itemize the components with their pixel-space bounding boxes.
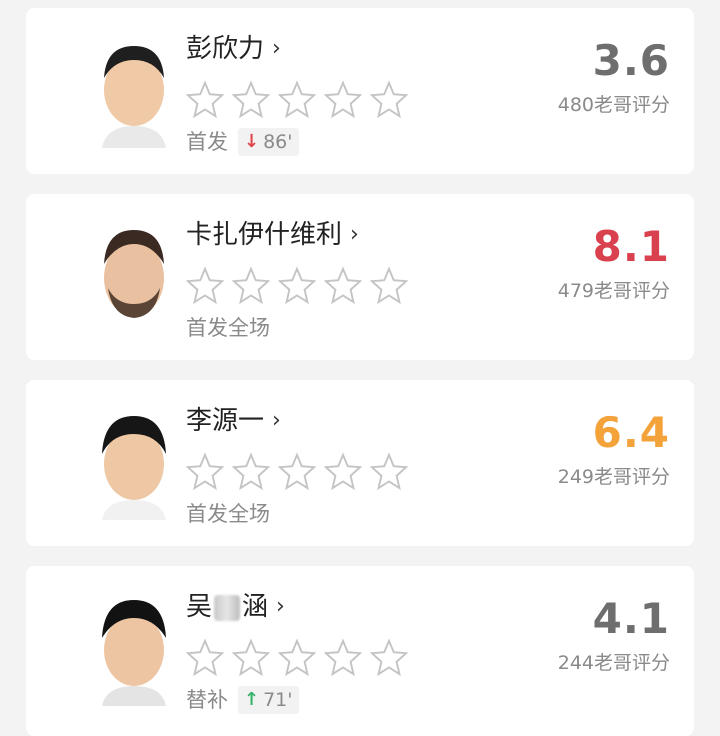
rating-score: 4.1 <box>592 594 670 643</box>
play-status: 替补 ↑ 71' <box>186 686 299 714</box>
chevron-right-icon: › <box>272 408 281 433</box>
rating-score: 3.6 <box>592 36 670 85</box>
rating-stars[interactable] <box>186 638 408 676</box>
player-card[interactable]: 卡扎伊什维利 › 首发全场 8.1 479老哥评分 <box>26 194 694 360</box>
sub-minute: 71' <box>263 689 293 711</box>
vote-count: 480老哥评分 <box>557 94 670 116</box>
star-icon[interactable] <box>186 638 224 676</box>
star-icon[interactable] <box>232 638 270 676</box>
star-icon[interactable] <box>278 266 316 304</box>
star-icon[interactable] <box>370 452 408 490</box>
player-card[interactable]: 吴涵 › 替补 ↑ 71' 4.1 244老哥评分 <box>26 566 694 736</box>
player-avatar <box>92 224 176 334</box>
star-icon[interactable] <box>370 80 408 118</box>
rating-stars[interactable] <box>186 452 408 490</box>
star-icon[interactable] <box>186 80 224 118</box>
substitution-badge: ↓ 86' <box>238 128 299 156</box>
play-status: 首发 ↓ 86' <box>186 128 299 156</box>
player-name: 彭欣力 <box>186 34 265 64</box>
player-avatar <box>92 596 176 706</box>
star-icon[interactable] <box>324 266 362 304</box>
play-status: 首发全场 <box>186 500 270 528</box>
star-icon[interactable] <box>324 80 362 118</box>
rating-stars[interactable] <box>186 266 408 304</box>
player-name: 吴涵 <box>186 592 269 622</box>
player-card[interactable]: 彭欣力 › 首发 ↓ 86' 3.6 480老哥评分 <box>26 8 694 174</box>
status-label: 首发全场 <box>186 316 270 340</box>
arrow-down-icon: ↓ <box>244 131 260 152</box>
player-name-link[interactable]: 李源一 › <box>186 404 281 438</box>
status-label: 首发 <box>186 130 228 154</box>
rating-score: 6.4 <box>592 408 670 457</box>
star-icon[interactable] <box>186 266 224 304</box>
player-name-link[interactable]: 卡扎伊什维利 › <box>186 218 359 252</box>
arrow-up-icon: ↑ <box>244 689 260 710</box>
play-status: 首发全场 <box>186 314 270 342</box>
player-card[interactable]: 李源一 › 首发全场 6.4 249老哥评分 <box>26 380 694 546</box>
star-icon[interactable] <box>232 266 270 304</box>
player-name: 李源一 <box>186 406 265 436</box>
star-icon[interactable] <box>324 638 362 676</box>
player-avatar <box>92 38 176 148</box>
sub-minute: 86' <box>263 131 293 153</box>
star-icon[interactable] <box>232 452 270 490</box>
player-name: 卡扎伊什维利 <box>186 220 343 250</box>
player-name-link[interactable]: 吴涵 › <box>186 590 285 624</box>
star-icon[interactable] <box>278 638 316 676</box>
vote-count: 244老哥评分 <box>557 652 670 674</box>
chevron-right-icon: › <box>272 36 281 61</box>
vote-count: 249老哥评分 <box>557 466 670 488</box>
substitution-badge: ↑ 71' <box>238 686 299 714</box>
star-icon[interactable] <box>324 452 362 490</box>
chevron-right-icon: › <box>350 222 359 247</box>
star-icon[interactable] <box>278 80 316 118</box>
rating-score: 8.1 <box>592 222 670 271</box>
star-icon[interactable] <box>278 452 316 490</box>
player-name-link[interactable]: 彭欣力 › <box>186 32 281 66</box>
status-label: 替补 <box>186 688 228 712</box>
player-avatar <box>92 410 176 520</box>
player-rating-list: 彭欣力 › 首发 ↓ 86' 3.6 480老哥评分 卡扎伊什维利 › 首发全场… <box>0 0 720 736</box>
blurred-character <box>214 594 241 621</box>
status-label: 首发全场 <box>186 502 270 526</box>
star-icon[interactable] <box>232 80 270 118</box>
star-icon[interactable] <box>186 452 224 490</box>
vote-count: 479老哥评分 <box>557 280 670 302</box>
star-icon[interactable] <box>370 266 408 304</box>
rating-stars[interactable] <box>186 80 408 118</box>
star-icon[interactable] <box>370 638 408 676</box>
chevron-right-icon: › <box>276 594 285 619</box>
